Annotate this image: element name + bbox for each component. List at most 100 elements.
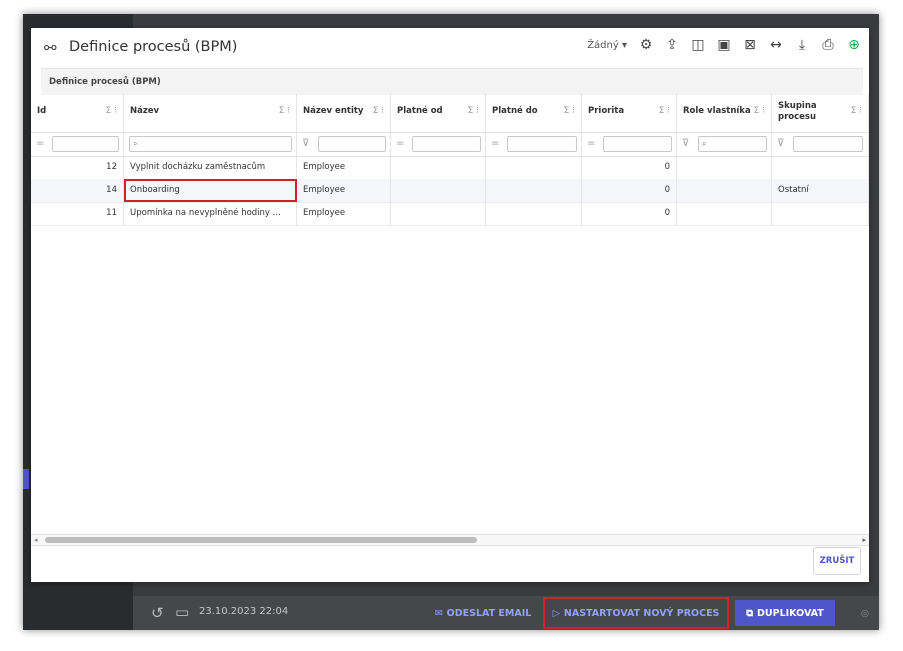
filter-input-owner-role[interactable]: ⌕ [698, 136, 767, 152]
column-header-valid-from[interactable]: Platné od Σ ⁝ [391, 94, 486, 132]
schedule-icon[interactable]: ▭ [175, 603, 189, 621]
cell-entity: Employee [297, 202, 391, 225]
send-email-label: ODESLAT EMAIL [446, 607, 532, 619]
copy-icon: ⧉ [746, 607, 754, 619]
duplicate-label: DUPLIKOVAT [757, 607, 824, 619]
filter-input-valid-from[interactable] [412, 136, 481, 152]
filter-operator-icon[interactable]: ⊽ [777, 138, 784, 149]
cell-name-highlighted[interactable]: Onboarding [124, 179, 297, 202]
timestamp: 23.10.2023 22:04 [199, 606, 289, 617]
background-sidebar-active-marker [23, 469, 29, 489]
column-label-valid-from: Platné od [397, 106, 443, 116]
equals-operator-icon[interactable]: = [491, 138, 499, 149]
cell-group [772, 156, 869, 179]
layout-icon[interactable]: ▣ [717, 37, 731, 53]
filter-operator-icon[interactable]: ⊽ [682, 138, 689, 149]
play-icon: ▷ [552, 607, 560, 619]
cell-id: 12 [31, 156, 124, 179]
column-label-group: Skupina procesu [778, 101, 817, 122]
add-icon[interactable]: ⊕ [847, 37, 861, 53]
background-action-bar: ↺ ▭ 23.10.2023 22:04 ✉ ODESLAT EMAIL ▷ N… [133, 596, 879, 630]
filter-input-group[interactable] [793, 136, 863, 152]
filter-input-entity[interactable] [318, 136, 386, 152]
cell-valid-to [486, 156, 582, 179]
filter-cell-name: ⌕ [124, 132, 297, 156]
column-label-owner-role: Role vlastníka [683, 106, 751, 116]
column-header-name[interactable]: Název Σ ⁝ [124, 94, 297, 132]
settings-icon[interactable]: ⚙ [639, 37, 653, 53]
equals-operator-icon[interactable]: = [587, 138, 595, 149]
start-process-label: NASTARTOVAT NOVÝ PROCES [563, 607, 720, 619]
column-header-priority[interactable]: Priorita Σ ⁝ [582, 94, 677, 132]
column-header-owner-role[interactable]: Role vlastníka Σ ⁝ [677, 94, 772, 132]
dialog-toolbar: Žádný ▾ ⚙ ⇪ ◫ ▣ ⊠ ↔ ⤓ ⎙ ⊕ [587, 37, 861, 53]
cell-id: 14 [31, 179, 124, 202]
column-header-valid-to[interactable]: Platné do Σ ⁝ [486, 94, 582, 132]
cell-name: Upomínka na nevyplněné hodiny ... [124, 202, 297, 225]
sum-icon[interactable]: Σ ⁝ [468, 106, 479, 116]
scrollbar-thumb[interactable] [45, 537, 477, 543]
sum-icon[interactable]: Σ ⁝ [851, 106, 862, 116]
sum-icon[interactable]: Σ ⁝ [564, 106, 575, 116]
column-label-id: Id [37, 106, 47, 116]
export-icon[interactable]: ⇪ [665, 37, 679, 53]
column-header-group[interactable]: Skupina procesu Σ ⁝ [772, 94, 869, 132]
column-label-name: Název [130, 106, 160, 116]
search-icon: ⌕ [702, 139, 707, 148]
cell-group [772, 202, 869, 225]
sum-icon[interactable]: Σ ⁝ [373, 106, 384, 116]
download-icon[interactable]: ⤓ [795, 37, 809, 53]
table-row[interactable]: 14 Onboarding Employee 0 Ostatní [31, 179, 869, 203]
cell-entity: Employee [297, 179, 391, 202]
filter-input-priority[interactable] [603, 136, 672, 152]
process-flow-icon: ⚯ [44, 39, 57, 57]
column-header-id[interactable]: Id Σ ⁝ [31, 94, 124, 132]
equals-operator-icon[interactable]: = [396, 138, 404, 149]
sum-icon[interactable]: Σ ⁝ [106, 106, 117, 116]
cell-valid-to [486, 202, 582, 225]
cancel-button[interactable]: ZRUŠIT [813, 547, 861, 575]
view-select[interactable]: Žádný ▾ [587, 40, 627, 51]
filter-cell-entity: ⊽ [297, 132, 391, 156]
column-label-priority: Priorita [588, 106, 625, 116]
sum-icon[interactable]: Σ ⁝ [659, 106, 670, 116]
process-grid: Id Σ ⁝ Název Σ ⁝ Název entity Σ ⁝ Platné… [31, 94, 869, 534]
columns-icon[interactable]: ◫ [691, 37, 705, 53]
dialog-title: Definice procesů (BPM) [69, 39, 238, 55]
cell-name: Vyplnit docházku zaměstnacům [124, 156, 297, 179]
table-row[interactable]: 12 Vyplnit docházku zaměstnacům Employee… [31, 156, 869, 180]
send-email-button[interactable]: ✉ ODESLAT EMAIL [428, 600, 538, 626]
chart-icon[interactable]: ⊠ [743, 37, 757, 53]
app-frame: ↺ ▭ 23.10.2023 22:04 ✉ ODESLAT EMAIL ▷ N… [23, 14, 879, 630]
cell-group: Ostatní [772, 179, 869, 202]
grid-filter-row: = ⌕ ⊽ = = = ⊽ ⌕ ⊽ [31, 132, 869, 157]
start-new-process-button[interactable]: ▷ NASTARTOVAT NOVÝ PROCES [543, 597, 729, 629]
search-icon: ⌕ [133, 139, 138, 148]
equals-operator-icon[interactable]: = [36, 138, 44, 149]
scroll-right-icon[interactable]: ▸ [862, 535, 866, 545]
sum-icon[interactable]: Σ ⁝ [754, 106, 765, 116]
scroll-left-icon[interactable]: ◂ [34, 535, 38, 545]
expand-width-icon[interactable]: ↔ [769, 37, 783, 53]
cell-entity: Employee [297, 156, 391, 179]
history-icon[interactable]: ↺ [151, 604, 164, 622]
filter-input-valid-to[interactable] [507, 136, 577, 152]
filter-operator-icon[interactable]: ⊽ [302, 138, 309, 149]
horizontal-scrollbar[interactable]: ◂ ▸ [31, 534, 869, 546]
filter-input-name[interactable]: ⌕ [129, 136, 292, 152]
filter-input-id[interactable] [52, 136, 119, 152]
cell-valid-to [486, 179, 582, 202]
table-row[interactable]: 11 Upomínka na nevyplněné hodiny ... Emp… [31, 202, 869, 226]
mail-icon: ✉ [434, 607, 443, 619]
cell-owner-role [677, 202, 772, 225]
filter-cell-valid-to: = [486, 132, 582, 156]
grid-header-row: Id Σ ⁝ Název Σ ⁝ Název entity Σ ⁝ Platné… [31, 94, 869, 133]
sum-icon[interactable]: Σ ⁝ [279, 106, 290, 116]
more-button[interactable]: ◎ [845, 600, 879, 626]
cell-priority: 0 [582, 202, 677, 225]
duplicate-button[interactable]: ⧉ DUPLIKOVAT [735, 600, 835, 626]
filter-cell-valid-from: = [391, 132, 486, 156]
column-header-entity[interactable]: Název entity Σ ⁝ [297, 94, 391, 132]
print-icon[interactable]: ⎙ [821, 37, 835, 53]
column-label-entity: Název entity [303, 106, 364, 116]
